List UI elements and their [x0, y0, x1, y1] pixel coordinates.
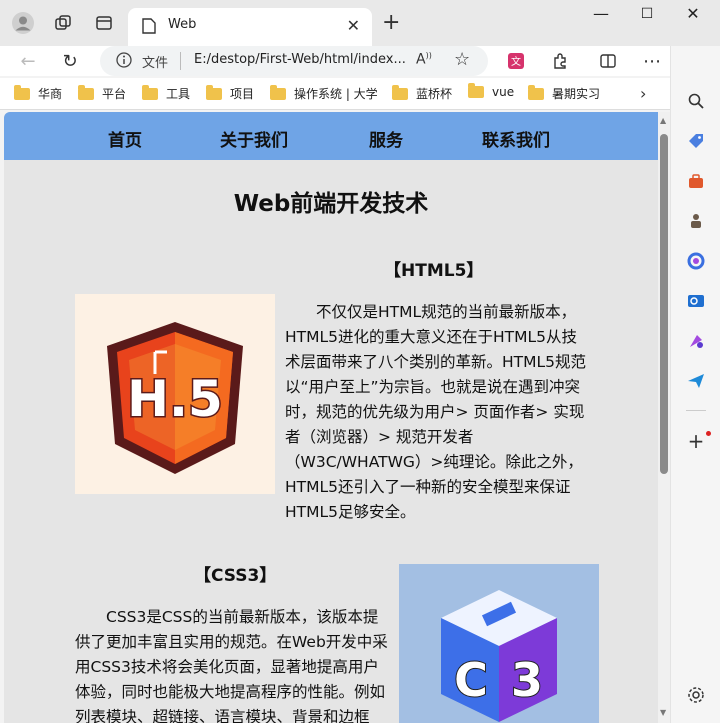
bookmark-folder[interactable]: vue: [468, 83, 515, 99]
page-scrollbar[interactable]: ▲ ▼: [658, 112, 670, 723]
bookmark-folder[interactable]: 操作系统 | 大学: [270, 84, 378, 102]
bookmark-folder[interactable]: 暑期实习: [528, 84, 601, 102]
bookmark-label: 工具: [166, 87, 191, 101]
nav-home[interactable]: 首页: [108, 126, 142, 151]
maximize-icon[interactable]: ☐: [632, 6, 662, 22]
bookmark-label: 暑期实习: [552, 87, 601, 101]
translate-extension-icon[interactable]: 文: [504, 49, 528, 73]
folder-icon: [142, 84, 158, 100]
address-bar[interactable]: 文件 E:/destop/First-Web/html/index... A))…: [100, 46, 488, 76]
extensions-icon[interactable]: [548, 49, 572, 73]
minimize-icon[interactable]: —: [586, 4, 616, 23]
info-icon[interactable]: [116, 52, 132, 72]
back-icon[interactable]: ←: [16, 49, 40, 73]
html5-paragraph: 不仅仅是HTML规范的当前最新版本，HTML5进化的重大意义还在于HTML5从技…: [285, 303, 586, 521]
folder-icon: [270, 84, 286, 100]
scroll-down-icon[interactable]: ▼: [660, 708, 666, 717]
folder-icon: [78, 84, 94, 100]
sidebar-divider: [686, 410, 706, 411]
more-icon[interactable]: ⋯: [640, 49, 664, 73]
scrollbar-thumb[interactable]: [660, 134, 668, 474]
folder-icon: [392, 84, 408, 100]
tab-title: Web: [168, 17, 197, 32]
tab-actions-icon[interactable]: [93, 12, 115, 34]
games-icon[interactable]: [685, 210, 707, 232]
bookmark-label: 操作系统 | 大学: [294, 87, 378, 101]
bookmark-folder[interactable]: 项目: [206, 84, 255, 102]
search-icon[interactable]: [685, 90, 707, 112]
address-separator: [180, 52, 181, 70]
toolbox-icon[interactable]: [685, 170, 707, 192]
bookmark-folder[interactable]: 蓝桥杯: [392, 84, 453, 102]
outlook-icon[interactable]: [685, 290, 707, 312]
css3-paragraph: CSS3是CSS的当前最新版本，该版本提供了更加丰富且实用的规范。在Web开发中…: [75, 608, 388, 723]
settings-icon[interactable]: [685, 684, 707, 706]
close-tab-icon[interactable]: ✕: [347, 16, 360, 35]
edge-sidebar: +: [670, 46, 720, 723]
refresh-icon[interactable]: ↻: [58, 49, 82, 73]
bookmark-label: 平台: [102, 87, 127, 101]
bookmark-folder[interactable]: 华商: [14, 84, 63, 102]
bookmark-label: 项目: [230, 87, 255, 101]
scroll-up-icon[interactable]: ▲: [660, 116, 666, 125]
css3-logo-image: C 3: [399, 564, 599, 723]
nav-contact[interactable]: 联系我们: [482, 126, 550, 151]
add-icon[interactable]: +: [685, 429, 707, 453]
folder-icon: [528, 84, 544, 100]
active-tab[interactable]: Web ✕: [128, 8, 372, 46]
bookmark-folder[interactable]: 平台: [78, 84, 127, 102]
folder-icon: [14, 84, 30, 100]
svg-text:3: 3: [511, 653, 543, 707]
folder-icon: [206, 84, 222, 100]
split-screen-icon[interactable]: [596, 49, 620, 73]
page-viewport: 首页 关于我们 服务 联系我们 Web前端开发技术 【HTML5】 H.5 不仅…: [4, 112, 658, 723]
bookmark-label: vue: [492, 85, 515, 99]
tab-strip: Web ✕ + — ☐ ✕: [0, 0, 720, 46]
folder-icon: [468, 83, 484, 98]
close-window-icon[interactable]: ✕: [678, 4, 708, 23]
address-label: 文件: [142, 56, 169, 71]
favorite-icon[interactable]: ☆: [454, 49, 470, 70]
svg-text:C: C: [454, 653, 488, 707]
toolbar: ← ↻ 文件 E:/destop/First-Web/html/index...…: [0, 46, 720, 76]
designer-icon[interactable]: [685, 330, 707, 352]
bookmark-folder[interactable]: 工具: [142, 84, 191, 102]
html5-logo-image: H.5: [75, 294, 275, 494]
workspaces-icon[interactable]: [52, 12, 74, 34]
bookmark-label: 蓝桥杯: [416, 87, 453, 101]
read-aloud-icon[interactable]: A)): [416, 51, 432, 68]
nav-services[interactable]: 服务: [369, 126, 403, 151]
page-icon: [142, 18, 156, 38]
site-navbar: 首页 关于我们 服务 联系我们: [4, 112, 658, 160]
url-text[interactable]: E:/destop/First-Web/html/index...: [194, 52, 406, 67]
bookmarks-bar: 华商 平台 工具 项目 操作系统 | 大学 蓝桥杯 vue 暑期实习 ›: [0, 78, 670, 110]
bookmark-label: 华商: [38, 87, 63, 101]
bookmarks-overflow-icon[interactable]: ›: [640, 84, 646, 103]
svg-text:文: 文: [511, 55, 521, 68]
html5-section-title: 【HTML5】: [384, 261, 484, 281]
tag-icon[interactable]: [685, 130, 707, 152]
css3-section-title: 【CSS3】: [194, 566, 277, 586]
send-icon[interactable]: [685, 370, 707, 392]
h5-logo-text: H.5: [127, 370, 223, 428]
new-tab-icon[interactable]: +: [382, 10, 400, 35]
page-title: Web前端开发技术: [233, 191, 429, 217]
notification-dot: [706, 431, 711, 436]
office-icon[interactable]: [685, 250, 707, 272]
avatar-icon[interactable]: [12, 12, 34, 34]
nav-about[interactable]: 关于我们: [220, 126, 288, 151]
